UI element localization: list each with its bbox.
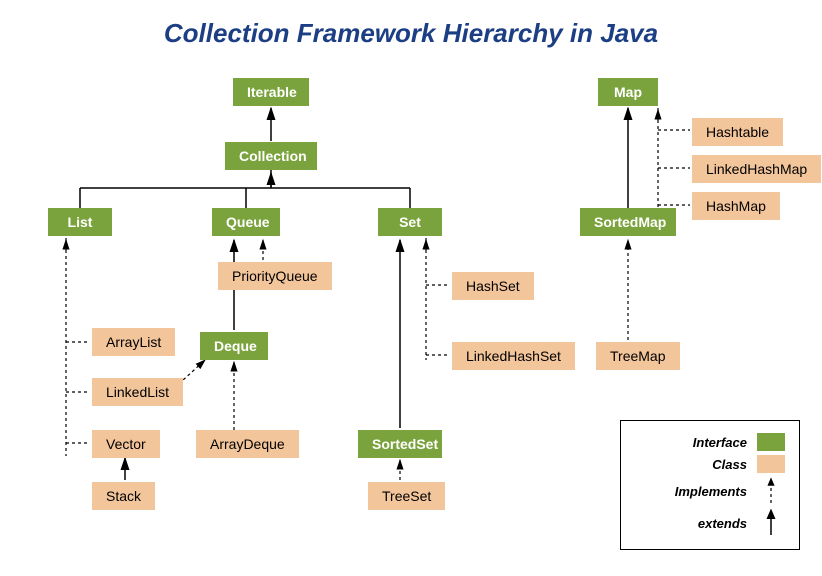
- arrow-solid-icon: [757, 509, 785, 537]
- node-treemap: TreeMap: [596, 342, 680, 370]
- node-treeset: TreeSet: [368, 482, 445, 510]
- node-priorityqueue: PriorityQueue: [218, 262, 332, 290]
- legend-class-label: Class: [635, 457, 747, 472]
- legend-interface-swatch: [757, 433, 785, 451]
- node-hashtable: Hashtable: [692, 118, 783, 146]
- legend-extends: extends: [635, 509, 785, 537]
- legend-interface: Interface: [635, 433, 785, 451]
- node-linkedhashmap: LinkedHashMap: [692, 155, 821, 183]
- node-iterable: Iterable: [233, 78, 309, 106]
- node-map: Map: [598, 78, 658, 106]
- node-stack: Stack: [92, 482, 155, 510]
- node-sortedmap: SortedMap: [580, 208, 676, 236]
- node-list: List: [48, 208, 112, 236]
- arrow-dashed-icon: [757, 477, 785, 505]
- node-hashmap: HashMap: [692, 192, 780, 220]
- legend-implements-label: Implements: [635, 484, 747, 499]
- node-arraydeque: ArrayDeque: [196, 430, 299, 458]
- node-queue: Queue: [212, 208, 280, 236]
- legend-implements: Implements: [635, 477, 785, 505]
- node-vector: Vector: [92, 430, 160, 458]
- node-hashset: HashSet: [452, 272, 534, 300]
- legend-class: Class: [635, 455, 785, 473]
- node-linkedhashset: LinkedHashSet: [452, 342, 575, 370]
- legend-interface-label: Interface: [635, 435, 747, 450]
- node-collection: Collection: [225, 142, 317, 170]
- legend: Interface Class Implements extends: [620, 420, 800, 550]
- node-sortedset: SortedSet: [358, 430, 442, 458]
- node-arraylist: ArrayList: [92, 328, 175, 356]
- diagram-title: Collection Framework Hierarchy in Java: [0, 18, 822, 49]
- legend-extends-label: extends: [635, 516, 747, 531]
- node-deque: Deque: [200, 332, 268, 360]
- node-linkedlist: LinkedList: [92, 378, 183, 406]
- node-set: Set: [378, 208, 442, 236]
- legend-class-swatch: [757, 455, 785, 473]
